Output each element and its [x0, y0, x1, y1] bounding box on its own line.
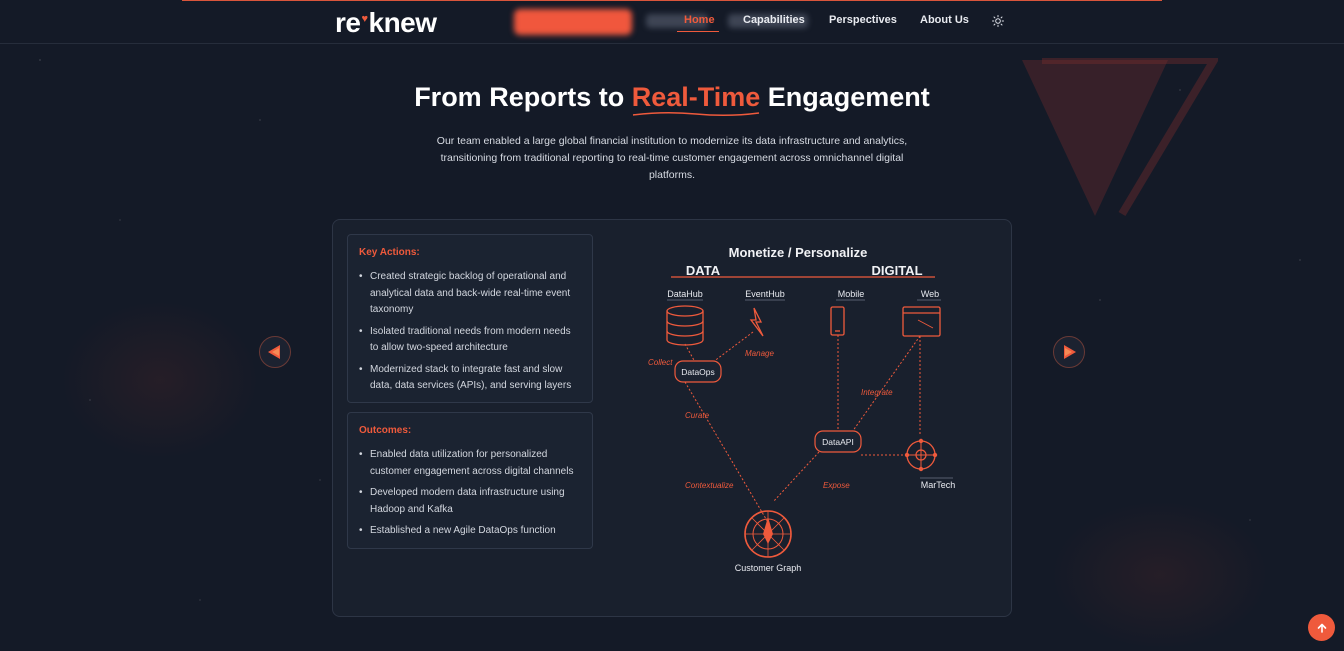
- cta-button[interactable]: [514, 9, 632, 35]
- carousel-next-button[interactable]: [1053, 336, 1085, 368]
- mobile-icon: [830, 306, 845, 336]
- key-actions-heading: Key Actions:: [359, 247, 420, 258]
- logo-prefix: re: [335, 7, 361, 38]
- diagram-connections: [684, 331, 921, 525]
- arrow-right-icon: [1064, 345, 1076, 359]
- dataops-label: DataOps: [681, 367, 715, 377]
- web-label: Web: [921, 289, 939, 299]
- nav-active-underline: [677, 31, 719, 32]
- title-part-before: From Reports to: [414, 82, 632, 112]
- key-actions-panel: Key Actions: Created strategic backlog o…: [347, 234, 593, 403]
- martech-icon: [904, 438, 938, 472]
- mobile-label: Mobile: [838, 289, 865, 299]
- outcomes-heading: Outcomes:: [359, 425, 412, 436]
- edge-label-contextualize: Contextualize: [685, 481, 734, 490]
- logo-suffix: knew: [368, 7, 438, 38]
- heart-icon: ♥: [361, 13, 368, 25]
- browser-window-icon: [902, 306, 941, 337]
- page-title: From Reports to Real-Time Engagement: [0, 82, 1344, 117]
- nav-item-about-us[interactable]: About Us: [920, 14, 969, 26]
- logo[interactable]: re ♥ knew: [335, 7, 437, 39]
- edge-label-manage: Manage: [745, 349, 774, 358]
- title-part-after: Engagement: [760, 82, 930, 112]
- list-item: Enabled data utilization for personalize…: [359, 447, 581, 480]
- arrow-up-icon: [1317, 623, 1326, 633]
- edge-label-expose: Expose: [823, 481, 850, 490]
- background-glow-left: [60, 300, 260, 460]
- label-underlines: [667, 299, 953, 479]
- nav-item-home[interactable]: Home: [684, 14, 715, 26]
- list-item: Isolated traditional needs from modern n…: [359, 324, 581, 357]
- hero-subtitle: Our team enabled a large global financia…: [436, 135, 908, 181]
- list-item: Modernized stack to integrate fast and s…: [359, 362, 581, 395]
- list-item: Created strategic backlog of operational…: [359, 269, 581, 319]
- sun-icon[interactable]: [992, 15, 1004, 27]
- title-accent: Real-Time: [632, 82, 760, 117]
- list-item: Established a new Agile DataOps function: [359, 523, 581, 540]
- diagram-title: Monetize / Personalize: [729, 245, 868, 260]
- edge-label-curate: Curate: [685, 411, 710, 420]
- background-glow-right: [1050, 500, 1270, 650]
- outcomes-panel: Outcomes: Enabled data utilization for p…: [347, 412, 593, 549]
- database-icon: [666, 305, 704, 346]
- architecture-diagram: Monetize / Personalize DATA DIGITAL Data…: [648, 245, 956, 573]
- nav-item-capabilities[interactable]: Capabilities: [743, 14, 805, 26]
- edge-label-integrate: Integrate: [861, 388, 893, 397]
- nav-item-perspectives[interactable]: Perspectives: [829, 14, 897, 26]
- squiggle-underline-icon: [632, 111, 759, 117]
- martech-label: MarTech: [921, 480, 956, 490]
- data-heading: DATA: [686, 263, 721, 278]
- digital-heading: DIGITAL: [871, 263, 922, 278]
- navbar: re ♥ knew Home Capabilities Perspectives…: [0, 0, 1344, 44]
- datahub-label: DataHub: [667, 289, 703, 299]
- carousel-prev-button[interactable]: [259, 336, 291, 368]
- list-item: Developed modern data infrastructure usi…: [359, 485, 581, 518]
- arrow-left-icon: [268, 345, 280, 359]
- customer-graph-icon: [744, 510, 792, 558]
- edge-label-collect: Collect: [648, 358, 673, 367]
- eventhub-label: EventHub: [745, 289, 785, 299]
- customer-graph-label: Customer Graph: [735, 563, 802, 573]
- scroll-to-top-button[interactable]: [1308, 614, 1335, 641]
- dataapi-label: DataAPI: [822, 437, 854, 447]
- case-study-card: Key Actions: Created strategic backlog o…: [332, 219, 1012, 617]
